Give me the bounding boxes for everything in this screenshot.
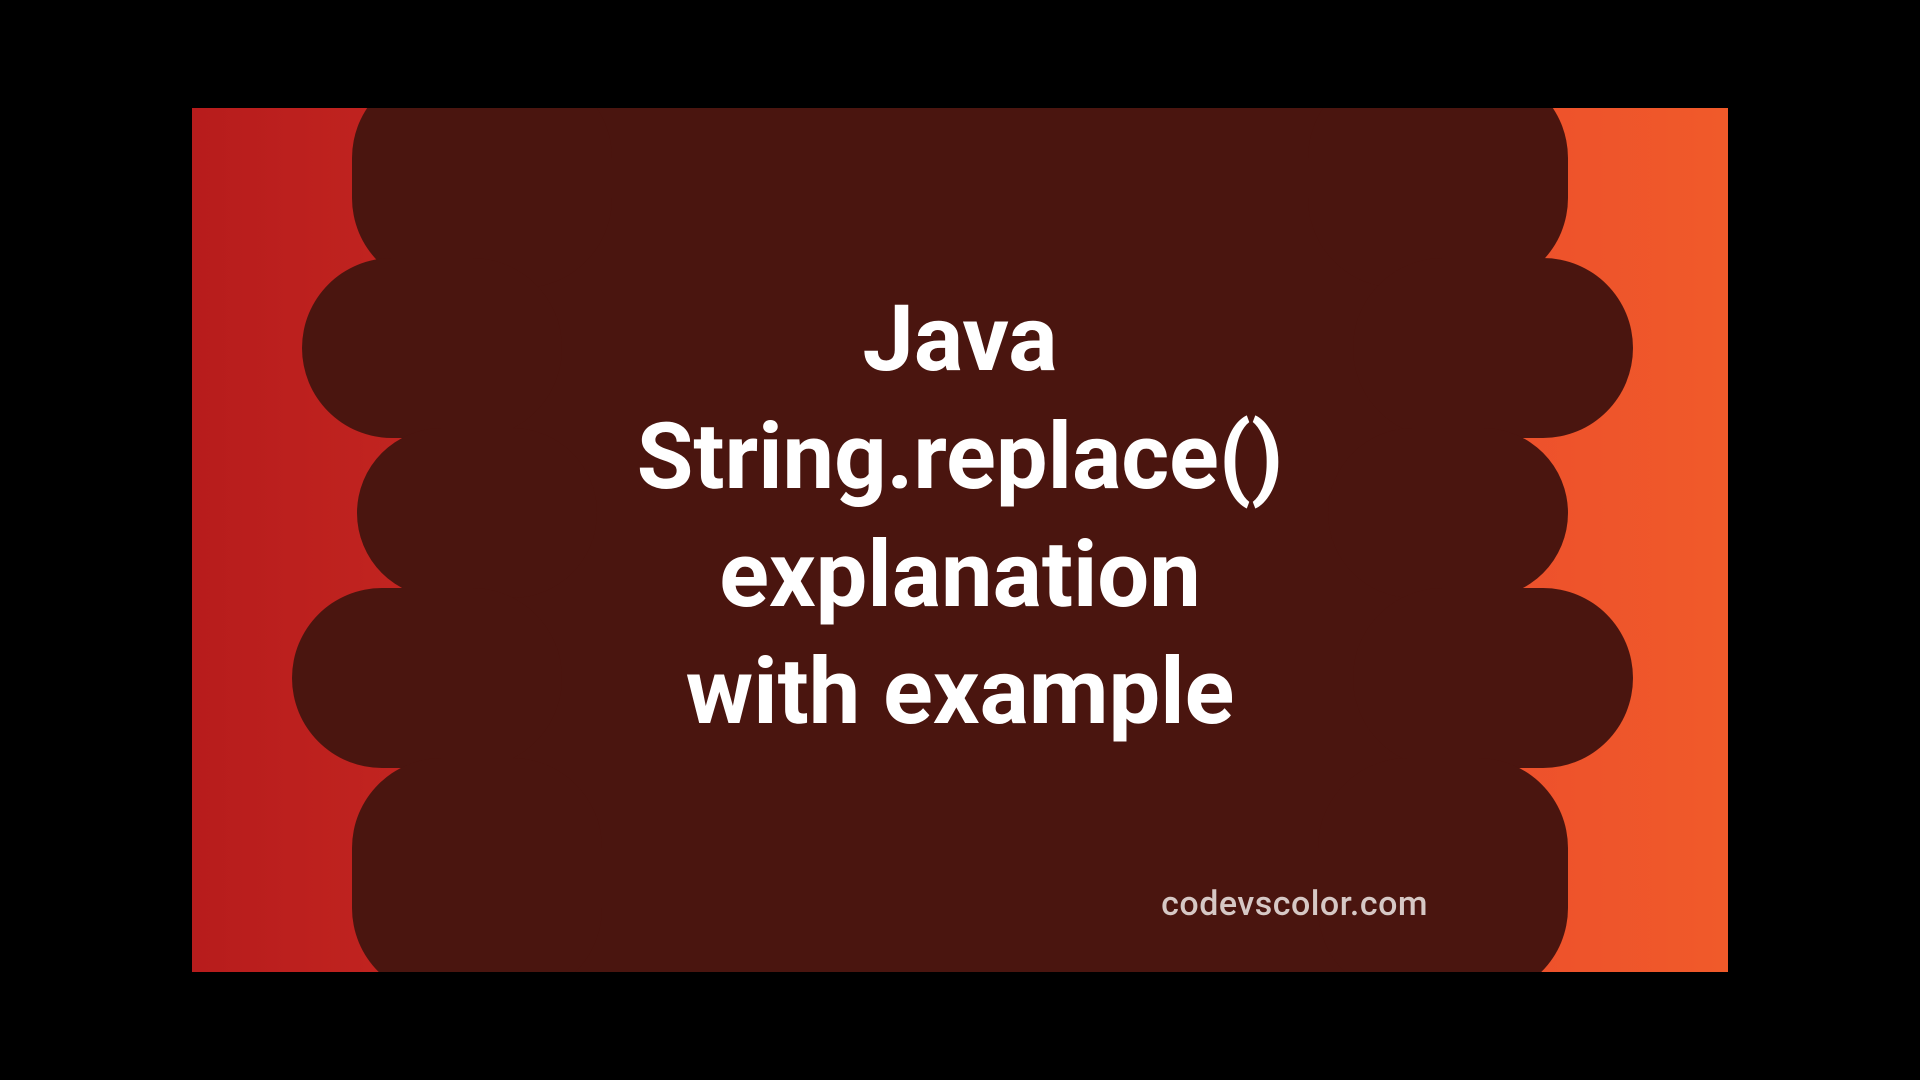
banner-card: Java String.replace() explanation with e… (192, 108, 1728, 972)
blob-lobe (352, 758, 602, 972)
title-line: String.replace() (452, 399, 1468, 517)
title-line: with example (452, 634, 1468, 752)
title-line: explanation (452, 516, 1468, 634)
blob-lobe (1318, 758, 1568, 972)
watermark-text: codevscolor.com (1161, 884, 1428, 924)
title-line: Java (452, 281, 1468, 399)
banner-title: Java String.replace() explanation with e… (192, 281, 1728, 752)
stage: Java String.replace() explanation with e… (192, 108, 1728, 972)
